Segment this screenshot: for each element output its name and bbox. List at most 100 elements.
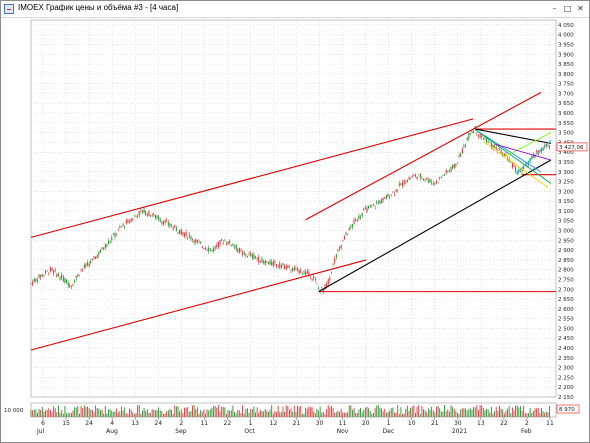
candle-body[interactable] — [98, 251, 100, 255]
volume-bar[interactable] — [474, 407, 476, 417]
volume-bar[interactable] — [473, 406, 475, 417]
volume-bar[interactable] — [300, 405, 302, 417]
candle-body[interactable] — [274, 261, 276, 264]
candle-body[interactable] — [43, 274, 45, 276]
volume-bar[interactable] — [502, 409, 504, 417]
volume-bar[interactable] — [385, 412, 387, 417]
candle-body[interactable] — [392, 191, 394, 193]
volume-bar[interactable] — [112, 412, 114, 417]
candle-body[interactable] — [261, 258, 263, 263]
volume-bar[interactable] — [88, 408, 90, 417]
candle-body[interactable] — [250, 253, 252, 256]
volume-bar[interactable] — [108, 409, 109, 417]
candle-body[interactable] — [200, 241, 202, 243]
candle-body[interactable] — [161, 221, 163, 224]
candle-body[interactable] — [311, 278, 313, 280]
volume-bar[interactable] — [38, 409, 40, 417]
volume-bar[interactable] — [418, 405, 420, 417]
volume-bar[interactable] — [537, 407, 539, 417]
volume-bar[interactable] — [61, 409, 63, 417]
candle-body[interactable] — [62, 277, 64, 282]
volume-bar[interactable] — [159, 410, 161, 417]
volume-bar[interactable] — [311, 407, 313, 417]
volume-bar[interactable] — [177, 406, 179, 417]
candle-body[interactable] — [170, 225, 173, 228]
volume-bar[interactable] — [132, 412, 134, 417]
volume-bar[interactable] — [35, 409, 37, 417]
candle-body[interactable] — [340, 245, 342, 248]
volume-bar[interactable] — [87, 406, 88, 417]
volume-bar[interactable] — [539, 413, 541, 417]
volume-bar[interactable] — [121, 406, 122, 417]
candle-body[interactable] — [418, 174, 420, 175]
candle-body[interactable] — [80, 269, 82, 271]
candle-body[interactable] — [117, 229, 119, 230]
candle-body[interactable] — [523, 166, 525, 169]
volume-bar[interactable] — [272, 413, 274, 417]
volume-bar[interactable] — [382, 411, 384, 417]
volume-bar[interactable] — [238, 410, 240, 417]
candle-body[interactable] — [300, 270, 302, 273]
volume-bar[interactable] — [190, 410, 192, 417]
candle-body[interactable] — [242, 252, 244, 255]
candle-body[interactable] — [190, 236, 192, 240]
candle-body[interactable] — [53, 270, 55, 274]
volume-bar[interactable] — [347, 412, 349, 417]
volume-bar[interactable] — [146, 409, 148, 417]
candle-body[interactable] — [284, 265, 286, 270]
volume-bar[interactable] — [453, 408, 455, 417]
volume-bar[interactable] — [374, 408, 376, 417]
candle-body[interactable] — [221, 239, 223, 241]
volume-bar[interactable] — [245, 408, 247, 417]
candle-body[interactable] — [455, 164, 457, 167]
candle-body[interactable] — [442, 175, 444, 176]
volume-bar[interactable] — [415, 412, 416, 417]
volume-bar[interactable] — [426, 412, 428, 417]
volume-bar[interactable] — [219, 411, 221, 417]
candle-body[interactable] — [106, 244, 108, 247]
volume-bar[interactable] — [549, 406, 550, 417]
volume-bar[interactable] — [263, 411, 265, 417]
volume-bar[interactable] — [103, 413, 105, 417]
candle-body[interactable] — [460, 154, 462, 157]
volume-bar[interactable] — [70, 412, 72, 417]
volume-bar[interactable] — [353, 407, 355, 417]
candle-body[interactable] — [51, 268, 53, 271]
candle-body[interactable] — [56, 273, 58, 277]
volume-bar[interactable] — [64, 406, 66, 417]
volume-bar[interactable] — [450, 405, 452, 417]
candle-body[interactable] — [390, 195, 392, 196]
volume-bar[interactable] — [235, 413, 237, 417]
volume-bar[interactable] — [268, 412, 269, 417]
candle-body[interactable] — [67, 282, 69, 286]
volume-bar[interactable] — [489, 412, 491, 417]
candle-body[interactable] — [174, 225, 176, 228]
candle-body[interactable] — [238, 248, 240, 253]
candle-body[interactable] — [219, 240, 221, 245]
volume-bar[interactable] — [416, 406, 418, 417]
candle-body[interactable] — [453, 164, 455, 168]
volume-bar[interactable] — [322, 411, 324, 417]
candle-body[interactable] — [447, 170, 449, 172]
volume-bar[interactable] — [363, 409, 365, 417]
volume-bar[interactable] — [85, 406, 87, 417]
volume-bar[interactable] — [487, 409, 489, 417]
candle-body[interactable] — [464, 145, 467, 147]
volume-bar[interactable] — [49, 410, 51, 417]
candle-body[interactable] — [301, 273, 303, 274]
candle-body[interactable] — [443, 174, 446, 176]
candle-body[interactable] — [30, 283, 32, 284]
volume-bar[interactable] — [48, 408, 50, 417]
candle-body[interactable] — [321, 286, 323, 288]
candle-body[interactable] — [149, 215, 152, 217]
candle-body[interactable] — [254, 256, 257, 258]
candle-body[interactable] — [292, 267, 294, 272]
volume-bar[interactable] — [253, 406, 255, 417]
volume-bar[interactable] — [122, 410, 124, 417]
volume-bar[interactable] — [364, 407, 366, 417]
candle-body[interactable] — [82, 268, 84, 270]
volume-bar[interactable] — [80, 405, 82, 417]
candle-body[interactable] — [188, 234, 190, 236]
volume-bar[interactable] — [339, 411, 340, 417]
candle-body[interactable] — [114, 233, 116, 237]
